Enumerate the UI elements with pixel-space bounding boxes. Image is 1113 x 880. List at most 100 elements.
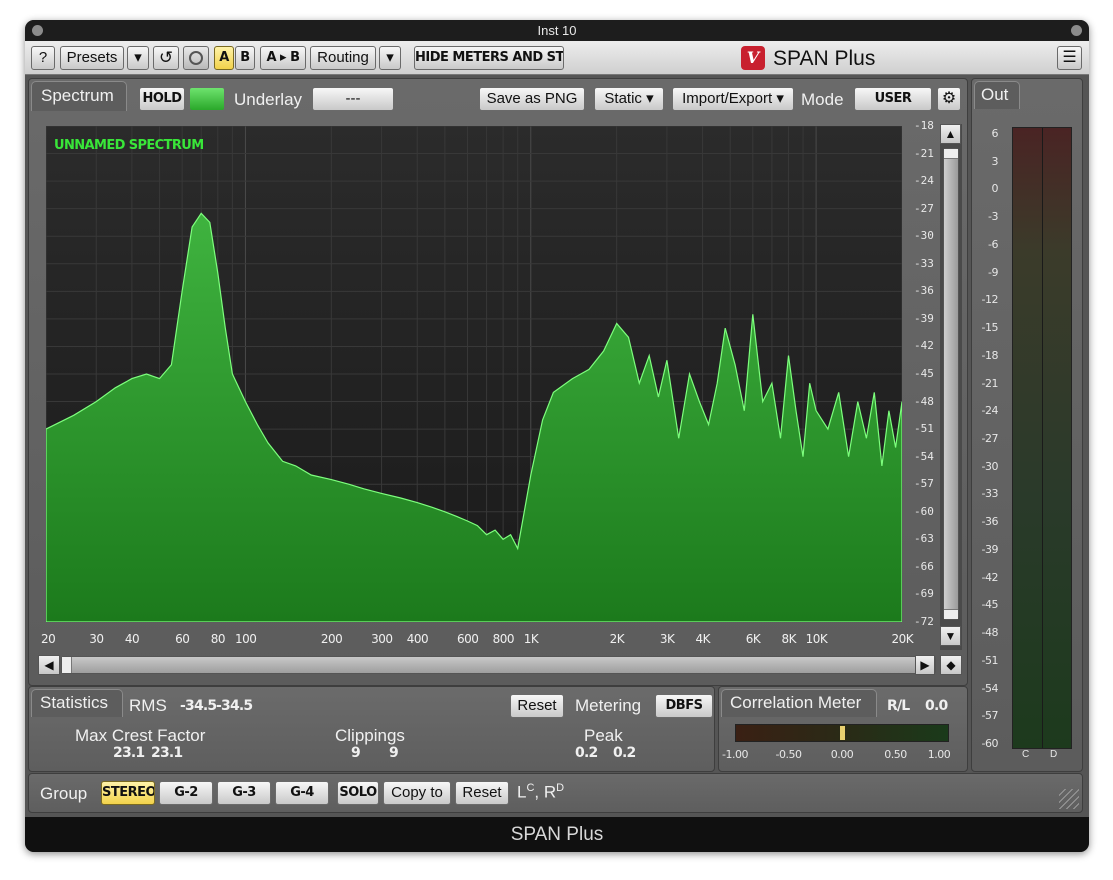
group-stereo-button[interactable]: STEREO [101,781,155,805]
x-tick-label: 4K [695,632,711,646]
y-tick-label: -72 [914,615,934,628]
tab-out[interactable]: Out [974,81,1020,109]
scroll-up-button[interactable]: ▲ [940,124,961,144]
solo-button[interactable]: SOLO [337,781,379,805]
output-channel-c: C [1022,749,1030,760]
output-scale-label: -18 [981,348,999,362]
window-zoom-button[interactable] [1071,25,1082,36]
group-g4-button[interactable]: G-4 [275,781,329,805]
correlation-tick-label: -1.00 [722,748,748,761]
presets-button[interactable]: Presets [60,46,124,70]
group-reset-button[interactable]: Reset [455,781,509,805]
toolbar: ? Presets ▾ ↺ A B A ▸ B Routing ▾ HIDE M… [25,41,1089,75]
y-tick-label: -48 [914,394,934,408]
menu-button[interactable]: ☰ [1057,46,1082,70]
window-close-button[interactable] [32,25,43,36]
y-tick-label: -27 [914,201,934,215]
group-g3-button[interactable]: G-3 [217,781,271,805]
underlay-select[interactable]: --- [312,87,394,111]
preset-a-button[interactable]: A [214,46,234,70]
y-tick-label: -57 [914,477,934,491]
metering-label: Metering [575,696,642,715]
static-button[interactable]: Static ▾ [594,87,664,111]
y-tick-label: -42 [914,339,934,353]
statistics-reset-button[interactable]: Reset [510,694,564,718]
correlation-channel: R/L [887,698,910,714]
peak-label: Peak [584,726,623,745]
x-tick-label: 300 [371,632,393,646]
scroll-left-button[interactable]: ◀ [38,655,60,675]
y-tick-label: -60 [914,504,934,518]
title-bar: Inst 10 [25,20,1089,41]
clippings-right-value: 9 [389,745,399,761]
spectrum-plot[interactable]: UNNAMED SPECTRUM [46,126,902,622]
presets-dropdown-button[interactable]: ▾ [127,46,149,70]
group-panel: Group STEREO G-2 G-3 G-4 SOLO Copy to Re… [28,773,1083,813]
tab-statistics[interactable]: Statistics [31,689,123,717]
thumb-top-handle[interactable] [944,149,958,159]
crest-right-value: 23.1 [151,745,183,761]
thumb-bottom-handle[interactable] [944,609,958,619]
save-png-button[interactable]: Save as PNG [479,87,585,111]
spectrum-color-button[interactable] [189,87,225,111]
output-scale-label: -54 [981,681,999,695]
output-scale-label: -15 [981,321,999,335]
peak-left-value: 0.2 [575,745,598,761]
window-title: Inst 10 [537,23,577,38]
copy-to-button[interactable]: Copy to [383,781,451,805]
hide-meters-button[interactable]: HIDE METERS AND STATS [414,46,564,70]
x-tick-label: 10K [805,632,828,646]
y-tick-label: -36 [914,284,934,298]
y-tick-label: -45 [914,367,934,380]
help-button[interactable]: ? [31,46,55,70]
routing-dropdown-button[interactable]: ▾ [379,46,401,70]
copy-a-to-b-button[interactable]: A ▸ B [260,46,306,70]
brand-name: SPAN Plus [773,47,876,70]
clippings-left-value: 9 [351,745,361,761]
vertical-scroll-thumb[interactable] [943,148,959,620]
output-scale-label: -39 [981,542,999,556]
redo-button[interactable] [183,46,209,70]
output-scale-label: -21 [981,376,999,390]
vertical-scrollbar[interactable]: ▲ ▼ [940,124,962,650]
x-tick-label: 20K [891,632,914,646]
preset-b-button[interactable]: B [235,46,255,70]
statistics-panel: Statistics RMS -34.5 -34.5 Reset Meterin… [28,686,715,772]
resize-grip-icon[interactable] [1059,789,1079,809]
y-tick-label: -21 [914,146,934,160]
x-tick-label: 8K [781,632,796,646]
x-tick-label: 6K [745,632,761,646]
rms-label: RMS [129,696,167,715]
arrow-left-icon: ◀ [44,658,54,672]
y-tick-label: -33 [914,256,934,270]
mode-select[interactable]: USER [854,87,932,111]
import-export-button[interactable]: Import/Export ▾ [672,87,794,111]
settings-button[interactable]: ⚙ [937,87,961,111]
spectrum-name: UNNAMED SPECTRUM [54,138,204,153]
correlation-meter-bar [735,724,949,742]
routing-right: , R [534,782,557,802]
scroll-right-button[interactable]: ▶ [915,655,935,675]
y-tick-label: -39 [914,311,934,325]
group-g2-button[interactable]: G-2 [159,781,213,805]
tab-spectrum[interactable]: Spectrum [31,81,127,111]
horizontal-scrollbar[interactable] [61,656,936,674]
output-scale-label: 0 [991,182,999,196]
metering-select[interactable]: DBFS [655,694,713,718]
scroll-down-button[interactable]: ▼ [940,626,961,646]
y-tick-label: -51 [914,422,934,436]
tab-correlation[interactable]: Correlation Meter [721,689,877,717]
crest-left-value: 23.1 [113,745,145,761]
scroll-reset-button[interactable]: ◆ [940,655,962,675]
output-scale-label: -48 [981,626,999,640]
redo-icon [189,51,203,65]
output-meter-bars [1012,127,1072,749]
x-tick-label: 2K [609,632,625,646]
routing-button[interactable]: Routing [310,46,376,70]
out-tab-label: Out [981,85,1009,104]
hscroll-left-handle[interactable] [62,657,72,673]
undo-button[interactable]: ↺ [153,46,179,70]
output-scale-label: -42 [981,570,999,584]
output-scale-label: 3 [991,154,999,168]
hold-button[interactable]: HOLD [139,87,185,111]
